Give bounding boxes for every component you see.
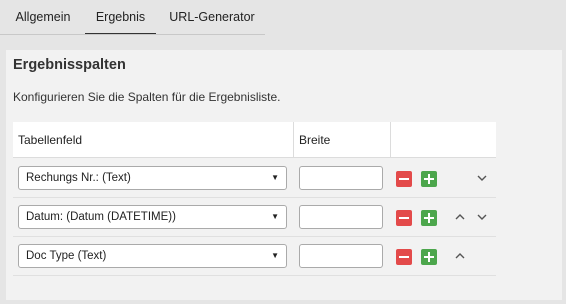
- remove-row-button[interactable]: [396, 210, 412, 226]
- chevron-up-icon: [455, 253, 465, 259]
- field-select-value: Rechungs Nr.: (Text): [26, 172, 131, 184]
- table-row: Datum: (Datum (DATETIME)) ▼: [13, 198, 496, 237]
- move-down-button[interactable]: [475, 171, 489, 185]
- caret-down-icon: ▼: [271, 173, 279, 182]
- add-row-button[interactable]: [421, 249, 437, 265]
- field-select[interactable]: Doc Type (Text) ▼: [18, 244, 287, 268]
- header-actions: [390, 122, 496, 158]
- panel-title: Ergebnisspalten: [13, 57, 126, 73]
- move-up-button[interactable]: [453, 210, 467, 224]
- tab-bar: Allgemein Ergebnis URL-Generator: [0, 0, 566, 36]
- add-row-button[interactable]: [421, 210, 437, 226]
- field-select[interactable]: Datum: (Datum (DATETIME)) ▼: [18, 205, 287, 229]
- table-header: Tabellenfeld Breite: [13, 122, 496, 158]
- remove-row-button[interactable]: [396, 249, 412, 265]
- table-row: Doc Type (Text) ▼: [13, 237, 496, 276]
- add-row-button[interactable]: [421, 171, 437, 187]
- width-input[interactable]: [299, 205, 383, 229]
- header-breite: Breite: [293, 122, 390, 158]
- header-tabellenfeld: Tabellenfeld: [18, 133, 83, 147]
- remove-row-button[interactable]: [396, 171, 412, 187]
- tab-url-generator[interactable]: URL-Generator: [160, 0, 264, 35]
- caret-down-icon: ▼: [271, 251, 279, 260]
- field-select-value: Datum: (Datum (DATETIME)): [26, 211, 176, 223]
- field-select-value: Doc Type (Text): [26, 250, 107, 262]
- width-input[interactable]: [299, 244, 383, 268]
- width-input[interactable]: [299, 166, 383, 190]
- table-row: Rechungs Nr.: (Text) ▼: [13, 159, 496, 198]
- columns-table: Tabellenfeld Breite Rechungs Nr.: (Text)…: [13, 122, 496, 276]
- result-columns-panel: Ergebnisspalten Konfigurieren Sie die Sp…: [6, 50, 562, 300]
- caret-down-icon: ▼: [271, 212, 279, 221]
- chevron-down-icon: [477, 175, 487, 181]
- tab-allgemein[interactable]: Allgemein: [4, 0, 82, 35]
- move-up-button[interactable]: [453, 249, 467, 263]
- chevron-down-icon: [477, 214, 487, 220]
- field-select[interactable]: Rechungs Nr.: (Text) ▼: [18, 166, 287, 190]
- panel-description: Konfigurieren Sie die Spalten für die Er…: [13, 90, 281, 104]
- move-down-button[interactable]: [475, 210, 489, 224]
- tab-ergebnis[interactable]: Ergebnis: [85, 0, 156, 35]
- chevron-up-icon: [455, 214, 465, 220]
- tab-bar-divider: [0, 34, 265, 35]
